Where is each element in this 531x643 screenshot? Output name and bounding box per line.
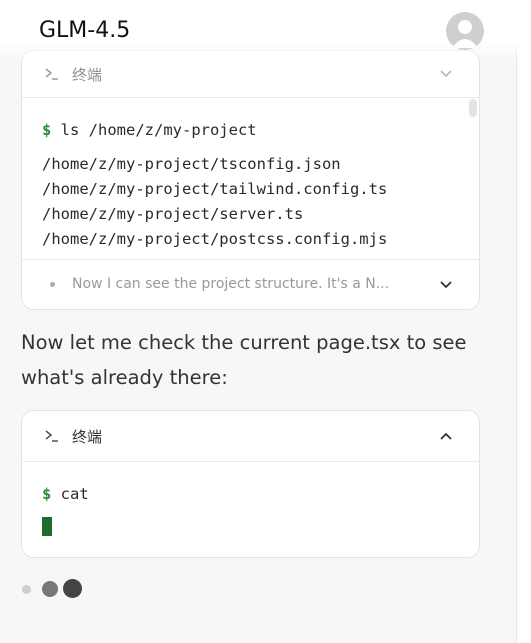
loading-dot [63, 579, 82, 598]
thought-summary-text: Now I can see the project structure. It'… [72, 276, 390, 292]
terminal-command-line: $ cat [42, 485, 89, 503]
thought-summary-row[interactable]: Now I can see the project structure. It'… [22, 259, 479, 309]
terminal-card-cat: 终端 $ cat [21, 410, 480, 558]
terminal-output-line: /home/z/my-project/postcss.config.mjs [42, 230, 388, 248]
terminal-icon [45, 68, 58, 80]
assistant-message: Now let me check the current page.tsx to… [21, 331, 467, 389]
user-avatar-icon[interactable] [446, 12, 484, 50]
terminal-output-line: /home/z/my-project/server.ts [42, 205, 304, 223]
chevron-down-icon[interactable] [439, 280, 453, 290]
terminal-label: 终端 [72, 66, 103, 84]
terminal-command: ls /home/z/my-project [60, 121, 257, 139]
terminal-output-line: /home/z/my-project/tailwind.config.ts [42, 180, 388, 198]
terminal-command-line: $ ls /home/z/my-project [42, 121, 257, 139]
loading-dot [22, 585, 31, 594]
bullet-icon [50, 282, 55, 287]
terminal-output-line: /home/z/my-project/tsconfig.json [42, 155, 341, 173]
loading-dot [42, 581, 58, 597]
chevron-down-icon[interactable] [439, 69, 453, 79]
app-title: GLM-4.5 [39, 18, 131, 43]
terminal-header[interactable]: 终端 [22, 411, 479, 462]
terminal-card-ls: 终端 $ ls /home/z/my-project /home/z/my-pr… [21, 50, 480, 310]
prompt-symbol: $ [42, 485, 61, 503]
terminal-command: cat [60, 485, 89, 503]
terminal-cursor [42, 517, 52, 536]
terminal-icon [45, 430, 58, 442]
prompt-symbol: $ [42, 121, 61, 139]
terminal-scrollbar[interactable] [469, 99, 477, 117]
top-header: GLM-4.5 [0, 0, 531, 60]
chevron-up-icon[interactable] [439, 431, 453, 441]
right-scroll-region [516, 0, 531, 643]
terminal-label: 终端 [72, 428, 103, 446]
